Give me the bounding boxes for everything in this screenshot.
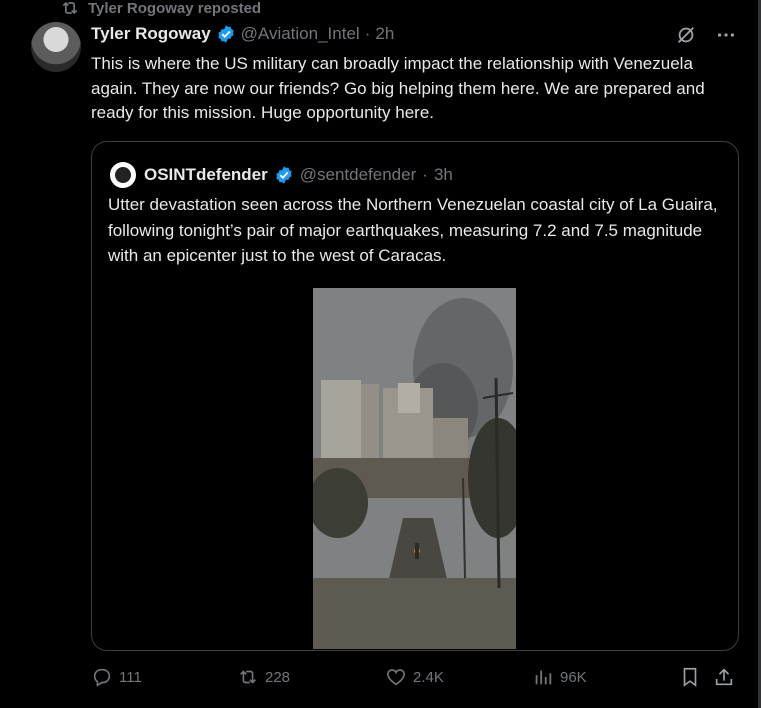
- repost-banner[interactable]: Tyler Rogoway reposted: [60, 0, 262, 17]
- separator: ·: [364, 24, 371, 43]
- verified-badge-icon: [276, 166, 292, 184]
- repost-count: 228: [265, 668, 291, 686]
- quote-author-name[interactable]: OSINTdefender: [144, 165, 268, 185]
- bookmark-icon: [683, 667, 697, 687]
- views-count: 96K: [560, 668, 587, 686]
- quote-author-handle[interactable]: @sentdefender: [300, 165, 417, 185]
- quote-text: Utter devastation seen across the Northe…: [108, 195, 718, 265]
- quote-timestamp[interactable]: 3h: [434, 165, 453, 185]
- reply-count: 111: [119, 668, 142, 686]
- avatar[interactable]: [31, 22, 81, 72]
- quoted-tweet[interactable]: OSINTdefender @sentdefender · 3h Utter d…: [91, 141, 739, 651]
- share-icon: [715, 668, 733, 686]
- heart-icon: [386, 669, 406, 686]
- analytics-icon: [535, 670, 552, 685]
- separator: ·: [422, 165, 428, 184]
- grok-icon[interactable]: [675, 24, 697, 46]
- more-options-icon[interactable]: [715, 24, 737, 46]
- quote-avatar[interactable]: [108, 160, 138, 190]
- timestamp[interactable]: 2h: [375, 24, 394, 44]
- like-count: 2.4K: [413, 668, 444, 686]
- views-button[interactable]: 96K: [532, 666, 587, 688]
- tweet-top-actions: [675, 24, 737, 46]
- reply-button[interactable]: 111: [91, 666, 142, 688]
- repost-label: Tyler Rogoway reposted: [88, 0, 262, 17]
- repost-icon: [62, 1, 78, 15]
- like-button[interactable]: 2.4K: [385, 666, 444, 688]
- author-name[interactable]: Tyler Rogoway: [91, 24, 211, 44]
- author-handle[interactable]: @Aviation_Intel: [241, 24, 360, 44]
- tweet-text: This is where the US military can broadl…: [91, 54, 705, 122]
- reply-icon: [93, 668, 111, 687]
- quote-video[interactable]: [313, 288, 516, 649]
- share-button[interactable]: [713, 666, 735, 688]
- tweet-header: Tyler Rogoway @Aviation_Intel · 2h: [91, 24, 394, 44]
- verified-badge-icon: [218, 25, 234, 43]
- repost-button[interactable]: 228: [237, 666, 290, 688]
- bookmark-button[interactable]: [679, 666, 701, 688]
- quote-header: OSINTdefender @sentdefender · 3h: [108, 160, 453, 190]
- tweet-actions: 111 228 2.4K 96K: [91, 666, 741, 690]
- repost-icon: [240, 670, 256, 684]
